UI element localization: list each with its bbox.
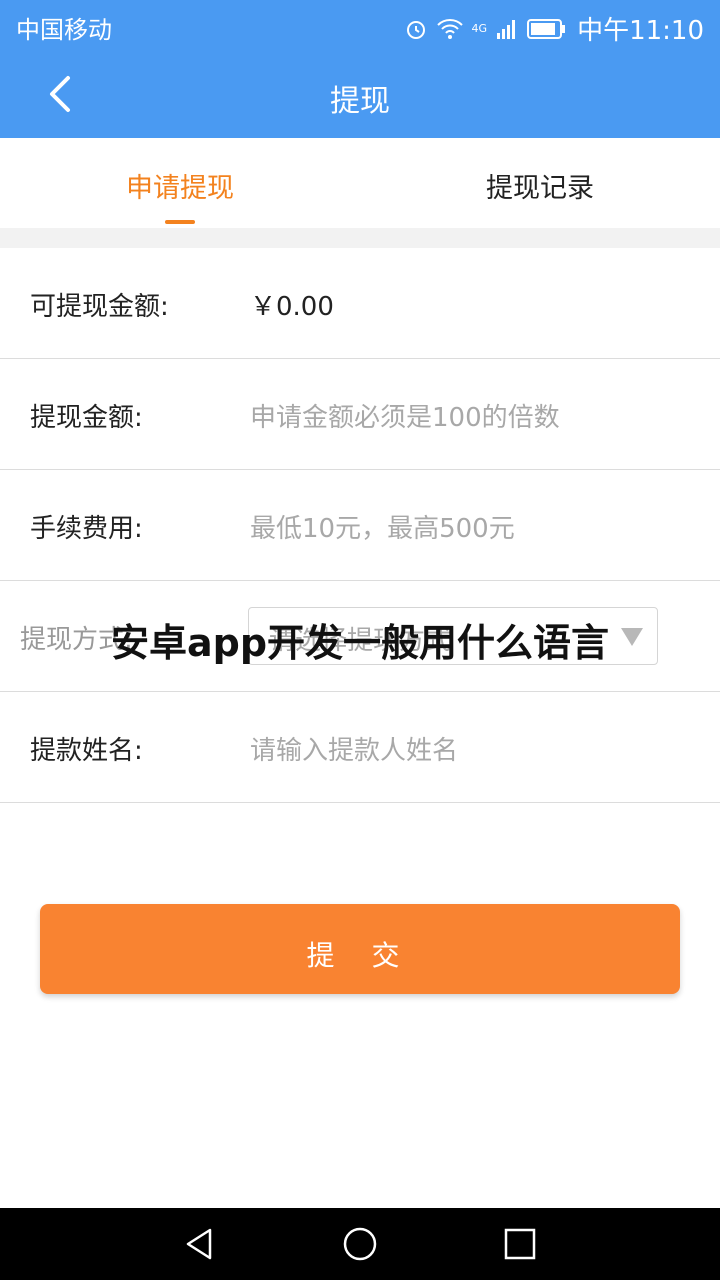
withdraw-amount-row: 提现金额: 申请金额必须是100的倍数	[0, 359, 720, 470]
page-title: 提现	[330, 84, 390, 119]
status-bar: 中国移动 4G 中午11:10	[0, 0, 720, 50]
available-amount-row: 可提现金额: ￥0.00	[0, 248, 720, 359]
carrier-label: 中国移动	[16, 16, 112, 44]
payee-name-label: 提款姓名:	[30, 736, 143, 766]
available-amount-value: ￥0.00	[250, 292, 334, 322]
alarm-icon	[406, 20, 425, 39]
nav-home-icon[interactable]	[342, 1226, 378, 1262]
payee-name-row: 提款姓名: 请输入提款人姓名	[0, 692, 720, 803]
available-amount-label: 可提现金额:	[30, 292, 169, 322]
battery-icon	[527, 18, 566, 39]
payee-name-input[interactable]: 请输入提款人姓名	[250, 730, 458, 767]
network-type: 4G	[471, 22, 488, 35]
tab-bar: 申请提现 提现记录	[0, 138, 720, 229]
submit-button-label: 提 交	[306, 939, 414, 972]
active-tab-indicator	[165, 220, 195, 224]
fee-value: 最低10元，最高500元	[250, 514, 515, 544]
app-bar: 提现	[0, 50, 720, 138]
withdraw-amount-label: 提现金额:	[30, 403, 143, 433]
watermark-caption: 安卓app开发一般用什么语言	[110, 621, 610, 665]
section-divider	[0, 228, 720, 248]
tab-withdraw-records[interactable]: 提现记录	[360, 166, 720, 205]
fee-row: 手续费用: 最低10元，最高500元	[0, 470, 720, 581]
tab-apply-withdraw[interactable]: 申请提现	[0, 166, 360, 205]
wifi-icon	[436, 18, 463, 39]
clock: 中午11:10	[577, 16, 704, 46]
fee-label: 手续费用:	[30, 514, 143, 544]
nav-back-icon[interactable]	[182, 1226, 218, 1262]
nav-recents-icon[interactable]	[502, 1226, 538, 1262]
system-nav-bar	[0, 1208, 720, 1280]
submit-button[interactable]: 提 交	[40, 904, 680, 994]
signal-icon	[497, 19, 516, 39]
withdraw-amount-input[interactable]: 申请金额必须是100的倍数	[250, 397, 560, 434]
